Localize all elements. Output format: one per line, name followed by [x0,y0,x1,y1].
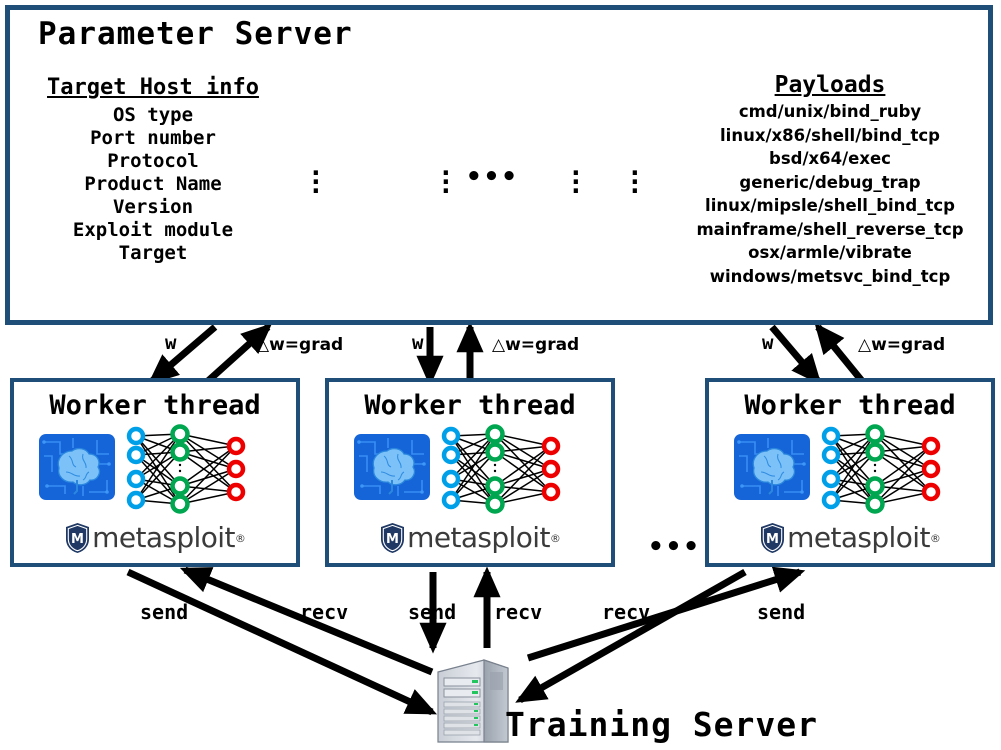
input-layer-ellipsis: ... [308,152,324,200]
metasploit-logo: M metasploit ® [329,521,611,555]
worker-thread-box-1: Worker thread M metasploit ® [10,378,300,567]
diagram-canvas: Parameter Server Target Host info OS typ… [0,0,1001,750]
metasploit-wordmark: metasploit [92,521,235,554]
workers-ellipsis: ••• [648,532,701,562]
worker-thread-box-2: Worker thread M metasploit ® [325,378,615,567]
payload-item: cmd/unix/bind_ruby [738,102,922,121]
arrow-grad-from-worker-3 [814,322,865,384]
arrow-recv-worker-3 [515,568,747,704]
payload-item: generic/debug_trap [739,172,921,192]
label-w-worker-2: w [412,332,424,354]
label-send-worker-2: send [408,600,457,624]
target-host-item: Port number [90,127,216,149]
payload-item: mainframe/shell_reverse_tcp [696,219,964,239]
target-host-info-block: Target Host info OS type Port number Pro… [28,75,278,265]
arrow-w-to-worker-3 [769,324,822,386]
metasploit-wordmark: metasploit [407,521,550,554]
payloads-heading: Payloads [774,72,886,98]
metasploit-wordmark: metasploit [787,521,930,554]
payload-item: linux/x86/shell/bind_tcp [720,125,940,145]
target-host-item: Exploit module [72,219,234,241]
mini-neural-network-icon [126,424,246,514]
svg-text:M: M [386,532,399,547]
label-grad-worker-1: △w=grad [256,335,344,355]
label-recv-worker-3: recv [602,600,651,624]
label-recv-worker-1: recv [300,600,349,624]
metasploit-logo: M metasploit ® [14,521,296,555]
label-grad-worker-2: △w=grad [492,335,580,355]
ai-brain-chip-icon [734,434,810,500]
label-recv-worker-2: recv [494,600,543,624]
hidden-layer-n-ellipsis: ... [568,152,584,200]
metasploit-shield-icon: M [761,523,785,553]
target-host-item: Version [112,196,194,218]
hidden-layers-ellipsis: ••• [466,162,519,192]
payload-item: linux/mipsle/shell_bind_tcp [705,196,955,215]
worker-thread-box-3: Worker thread M metasploit ® [705,378,995,567]
svg-text:M: M [71,532,84,547]
worker-thread-title: Worker thread [744,390,956,421]
hidden-layer-1-ellipsis: ... [438,152,454,200]
label-w-worker-1: w [165,332,177,354]
mini-neural-network-icon [821,424,941,514]
label-send-worker-3: send [757,600,806,624]
svg-text:M: M [766,532,779,547]
ai-brain-chip-icon [39,434,115,500]
output-layer-ellipsis: ... [627,152,643,200]
mini-neural-network-icon [441,424,561,514]
target-host-item: OS type [112,104,194,126]
worker-thread-title: Worker thread [49,390,261,421]
label-w-worker-3: w [762,332,774,354]
arrow-send-worker-1 [126,568,438,716]
payload-item: windows/metsvc_bind_tcp [709,266,951,286]
target-host-item: Protocol [107,150,199,172]
registered-trademark-icon: ® [234,531,246,545]
arrow-w-to-worker-1 [147,324,218,385]
target-host-item: Target [118,242,188,264]
payload-item: osx/armle/vibrate [748,243,912,262]
metasploit-logo: M metasploit ® [709,521,991,555]
training-server-label: Training Server [505,705,819,744]
payloads-block: Payloads cmd/unix/bind_ruby linux/x86/sh… [670,72,990,288]
label-grad-worker-3: △w=grad [858,335,946,355]
registered-trademark-icon: ® [549,531,561,545]
label-send-worker-1: send [140,600,189,624]
worker-thread-title: Worker thread [364,390,576,421]
payload-item: bsd/x64/exec [769,149,891,168]
metasploit-shield-icon: M [66,523,90,553]
page-title: Parameter Server [38,16,353,52]
ai-brain-chip-icon [354,434,430,500]
registered-trademark-icon: ® [929,531,941,545]
target-host-item: Product Name [84,173,222,195]
server-tower-icon [437,659,509,743]
metasploit-shield-icon: M [381,523,405,553]
target-host-info-heading: Target Host info [47,75,259,100]
